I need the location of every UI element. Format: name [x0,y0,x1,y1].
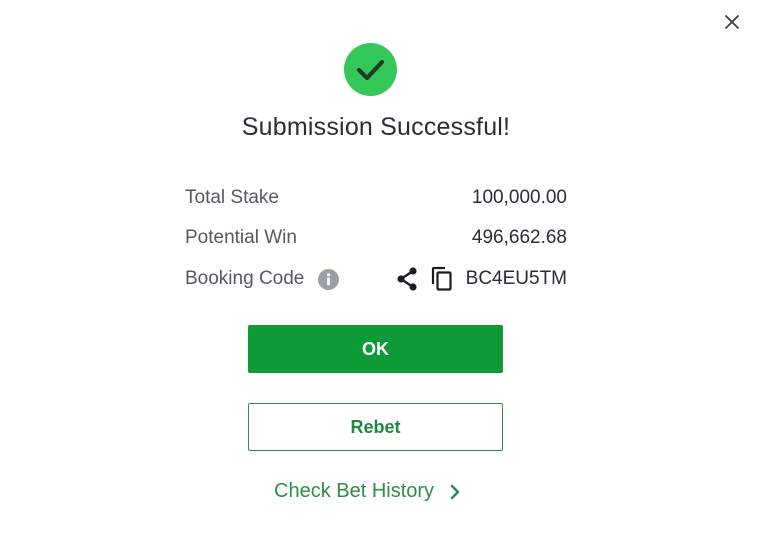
close-button[interactable] [720,12,744,36]
booking-code-label-group: Booking Code [185,268,340,290]
info-icon[interactable] [318,268,340,290]
potential-win-label: Potential Win [185,227,297,248]
close-icon [724,14,740,35]
chevron-right-icon [448,482,462,502]
potential-win-value: 496,662.68 [471,227,567,248]
total-stake-row: Total Stake 100,000.00 [185,178,567,218]
total-stake-value: 100,000.00 [471,187,567,208]
bet-summary: Total Stake 100,000.00 Potential Win 496… [185,178,567,300]
submission-dialog: Submission Successful! Total Stake 100,0… [0,0,760,540]
ok-button[interactable]: OK [248,325,503,373]
share-icon[interactable] [396,267,418,291]
check-bet-history-label: Check Bet History [274,480,435,502]
potential-win-row: Potential Win 496,662.68 [185,218,567,258]
dialog-title: Submission Successful! [241,113,511,141]
booking-code-actions: BC4EU5TM [370,266,567,292]
copy-icon[interactable] [430,266,454,292]
total-stake-label: Total Stake [185,187,279,208]
booking-code-label: Booking Code [185,268,305,289]
booking-code-value: BC4EU5TM [465,268,567,289]
check-circle-icon [344,43,397,96]
booking-code-row: Booking Code BC4EU5TM [185,258,567,300]
check-bet-history-link[interactable]: Check Bet History [274,480,462,503]
rebet-button[interactable]: Rebet [248,403,503,451]
